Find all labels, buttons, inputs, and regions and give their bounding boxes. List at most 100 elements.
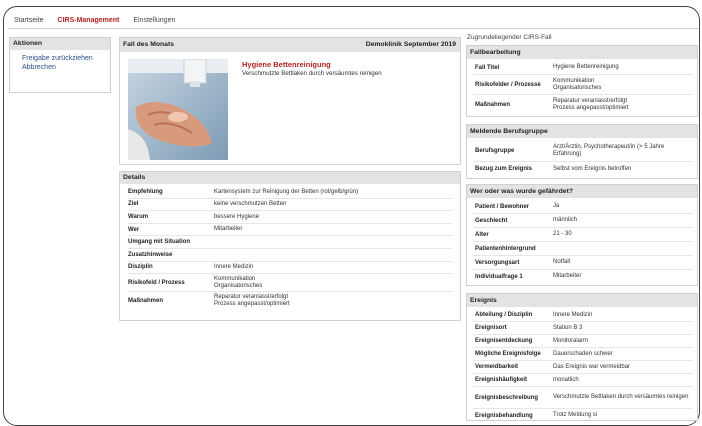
- ereignis-row: Abteilung / Disziplin Innere Medizin: [473, 309, 693, 322]
- row-key: Wer: [128, 226, 140, 233]
- row-key: Geschlecht: [475, 217, 508, 224]
- row-key: Zusatzhinweise: [128, 251, 173, 258]
- row-key: Bezug zum Ereignis: [475, 166, 533, 172]
- row-value: Kartensystem zur Reinigung der Betten (r…: [214, 188, 359, 195]
- row-key: Risikofelder / Prozesse: [475, 81, 541, 88]
- nav-einstellungen[interactable]: Einstellungen: [133, 17, 175, 24]
- row-value: Mitarbeiter: [214, 226, 243, 233]
- ereignis-row: Ereignisbeschreibung Verschmutzte Bettlak…: [473, 387, 693, 409]
- ereignis-row: Mögliche Ereignisfolge Dauerschaden schwe…: [473, 348, 693, 361]
- details-row: Zusatzhinweise: [128, 249, 452, 262]
- fall-headline: Hygiene Bettenreinigung: [242, 60, 331, 69]
- row-value: Hygiene Bettenreinigung: [553, 64, 619, 71]
- row-key: Maßnahmen: [475, 101, 511, 108]
- fall-des-monats-meta: Demoklinik September 2019: [365, 41, 456, 48]
- details-row: Umgang mit Situation: [128, 236, 452, 249]
- meldende-row: Bezug zum Ereignis Selbst vom Ereignis be…: [473, 162, 693, 176]
- details-row: Warum bessere Hygiene: [128, 211, 452, 224]
- details-rows: Empfehlung Kartensystem zur Reinigung der…: [120, 184, 460, 309]
- gefaehrdet-row: Geschlecht männlich: [473, 214, 693, 228]
- row-value: Station B 3: [553, 324, 583, 331]
- actions-panel: Aktionen Freigabe zurückziehen Abbrechen: [9, 37, 111, 93]
- row-value: Verschmutzte Bettlaken durch versäumtes …: [553, 394, 689, 401]
- freigabe-zurueckziehen-link[interactable]: Freigabe zurückziehen: [10, 55, 110, 64]
- row-key: Vermeidbarkeit: [475, 364, 519, 370]
- abbrechen-link[interactable]: Abbrechen: [10, 64, 110, 73]
- details-row: Risikofeld / Prozess Kommunikation Organi…: [128, 274, 452, 293]
- row-key: Alter: [475, 231, 489, 238]
- row-key: Ereignisentdeckung: [475, 338, 533, 344]
- gefaehrdet-row: Versorgungsart Notfall: [473, 256, 693, 270]
- row-value: Kommunikation Organisatorisches: [214, 276, 263, 289]
- ereignis-title: Ereignis: [467, 294, 697, 307]
- fall-description: Verschmutzte Bettlaken durch versäumtes …: [242, 70, 382, 77]
- nav-cirs-management[interactable]: CIRS-Management: [58, 17, 120, 24]
- top-navigation: Startseite CIRS-Management Einstellungen: [14, 17, 187, 24]
- row-value: monatlich: [553, 376, 579, 383]
- ereignis-row: Ereignisort Station B 3: [473, 322, 693, 335]
- row-key: Abteilung / Disziplin: [475, 312, 533, 318]
- row-value: bessere Hygiene: [214, 213, 260, 220]
- row-key: Maßnahmen: [128, 297, 164, 304]
- ereignis-row: Vermeidbarkeit Das Ereignis war vermeidba…: [473, 361, 693, 374]
- row-value: Notfall: [553, 259, 571, 266]
- fallbearbeitung-row: Maßnahmen Reparatur veranlasst/erfolgt Pr…: [473, 95, 693, 114]
- row-value: Trotz Meldung si: [553, 412, 598, 419]
- fallbearbeitung-row: Fall Titel Hygiene Bettenreinigung: [473, 61, 693, 75]
- details-row: Empfehlung Kartensystem zur Reinigung der…: [128, 186, 452, 199]
- fallbearbeitung-panel: Fallbearbeitung Fall Titel Hygiene Betten…: [466, 45, 698, 117]
- cirs-fall-label: Zugrundeliegender CIRS-Fall: [467, 34, 552, 41]
- ereignis-row: Ereignisbehandlung Trotz Meldung si: [473, 409, 693, 422]
- gefaehrdet-panel: Wer oder was wurde gefährdet? Patient / …: [466, 184, 698, 286]
- row-value: Selbst vom Ereignis betroffen: [553, 165, 632, 172]
- row-key: Individualfrage 1: [475, 273, 523, 280]
- ereignis-row: Ereignisentdeckung Monitoralarm: [473, 335, 693, 348]
- row-key: Patient / Bewohner: [475, 203, 530, 210]
- nav-divider: [8, 28, 698, 29]
- row-value: 21 - 30: [553, 231, 572, 238]
- details-title: Details: [120, 172, 460, 184]
- meldende-title: Meldende Berufsgruppe: [467, 125, 697, 138]
- details-row: Maßnahmen Reparatur veranlasst/erfolgt Pr…: [128, 292, 452, 309]
- details-row: Disziplin Innere Medizin: [128, 262, 452, 275]
- hand-disinfection-photo: [128, 59, 228, 160]
- row-key: Risikofeld / Prozess: [128, 279, 185, 286]
- fall-des-monats-title: Fall des Monats: [123, 41, 174, 48]
- row-key: Disziplin: [128, 264, 153, 271]
- row-value: Das Ereignis war vermeidbar: [553, 363, 631, 370]
- row-value: Ja: [553, 203, 560, 210]
- row-key: Ereignishäufigkeit: [475, 377, 528, 383]
- row-value: Innere Medizin: [553, 311, 593, 318]
- details-row: Wer Mitarbeiter: [128, 224, 452, 237]
- row-key: Fall Titel: [475, 64, 500, 71]
- ereignis-panel: Ereignis Abteilung / Disziplin Innere Med…: [466, 293, 698, 421]
- row-value: Dauerschaden schwer: [553, 350, 613, 357]
- gefaehrdet-row: Individualfrage 1 Mitarbeiter: [473, 270, 693, 283]
- row-value: Monitoralarm: [553, 337, 589, 344]
- meldende-row: Berufsgruppe Arzt/Ärztin, Psychotherapeut…: [473, 140, 693, 162]
- gefaehrdet-rows: Patient / Bewohner Ja Geschlecht männlich …: [467, 198, 697, 283]
- row-value: Reparatur veranlasst/erfolgt Prozess ang…: [553, 98, 629, 111]
- row-value: Kommunikation Organisatorisches: [553, 78, 602, 91]
- row-key: Ziel: [128, 201, 139, 208]
- ereignis-row: Ereignishäufigkeit monatlich: [473, 374, 693, 387]
- actions-title: Aktionen: [10, 38, 110, 50]
- row-key: Umgang mit Situation: [128, 239, 190, 246]
- row-value: männlich: [553, 217, 578, 224]
- gefaehrdet-row: Patientenhintergrund: [473, 242, 693, 256]
- details-panel: Details Empfehlung Kartensystem zur Reini…: [119, 171, 461, 321]
- row-value: Innere Medizin: [214, 264, 254, 271]
- fallbearbeitung-row: Risikofelder / Prozesse Kommunikation Org…: [473, 75, 693, 95]
- ereignis-rows: Abteilung / Disziplin Innere Medizin Erei…: [467, 307, 697, 422]
- meldende-berufsgruppe-panel: Meldende Berufsgruppe Berufsgruppe Arzt/Ä…: [466, 124, 698, 179]
- gefaehrdet-row: Patient / Bewohner Ja: [473, 200, 693, 214]
- row-value: Reparatur veranlasst/erfolgt Prozess ang…: [214, 294, 290, 307]
- row-value: Mitarbeiter: [553, 273, 582, 280]
- row-key: Berufsgruppe: [475, 147, 515, 154]
- meldende-rows: Berufsgruppe Arzt/Ärztin, Psychotherapeut…: [467, 138, 697, 176]
- nav-startseite[interactable]: Startseite: [14, 17, 44, 24]
- row-key: Empfehlung: [128, 188, 163, 195]
- fall-des-monats-header: Fall des Monats Demoklinik September 201…: [120, 38, 460, 52]
- fallbearbeitung-title: Fallbearbeitung: [467, 46, 697, 59]
- row-key: Ereignisbehandlung: [475, 412, 533, 419]
